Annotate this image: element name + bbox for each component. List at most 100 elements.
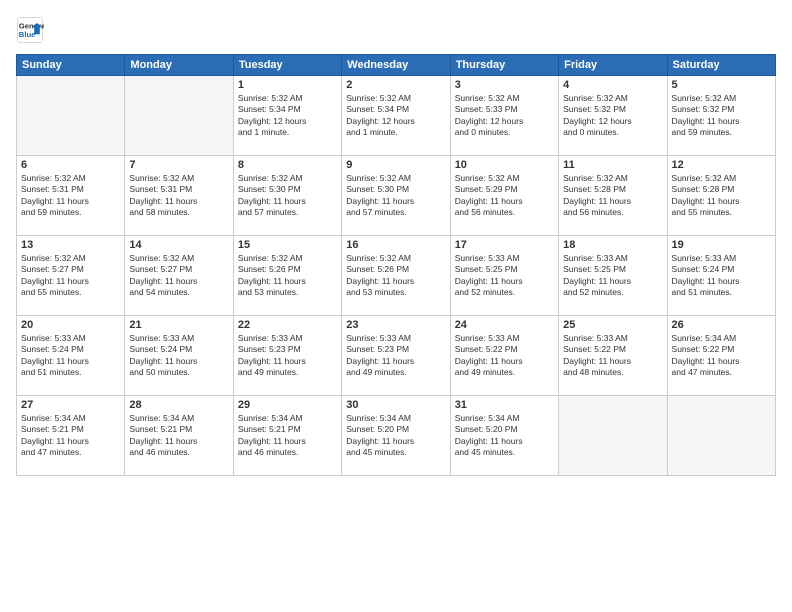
day-number: 5 (672, 79, 771, 91)
day-info: Sunrise: 5:32 AMSunset: 5:26 PMDaylight:… (238, 253, 337, 299)
svg-text:Blue: Blue (19, 30, 36, 39)
calendar-cell: 17 Sunrise: 5:33 AMSunset: 5:25 PMDayligh… (450, 236, 558, 316)
day-info: Sunrise: 5:32 AMSunset: 5:32 PMDaylight:… (563, 93, 662, 139)
day-info: Sunrise: 5:32 AMSunset: 5:31 PMDaylight:… (21, 173, 120, 219)
calendar-cell: 31 Sunrise: 5:34 AMSunset: 5:20 PMDayligh… (450, 396, 558, 476)
day-number: 26 (672, 319, 771, 331)
day-number: 9 (346, 159, 445, 171)
day-number: 24 (455, 319, 554, 331)
calendar-cell: 27Sunrise: 5:34 AMSunset: 5:21 PMDayligh… (17, 396, 125, 476)
day-info: Sunrise: 5:32 AMSunset: 5:28 PMDaylight:… (672, 173, 771, 219)
day-info: Sunrise: 5:34 AMSunset: 5:21 PMDaylight:… (21, 413, 120, 459)
day-number: 23 (346, 319, 445, 331)
day-number: 13 (21, 239, 120, 251)
calendar-cell: 14 Sunrise: 5:32 AMSunset: 5:27 PMDayligh… (125, 236, 233, 316)
weekday-header: Thursday (450, 55, 558, 76)
day-info: Sunrise: 5:33 AMSunset: 5:22 PMDaylight:… (455, 333, 554, 379)
calendar-cell: 25Sunrise: 5:33 AMSunset: 5:22 PMDayligh… (559, 316, 667, 396)
calendar-week-row: 13 Sunrise: 5:32 AMSunset: 5:27 PMDayligh… (17, 236, 776, 316)
logo-icon: General Blue (16, 16, 44, 44)
day-number: 3 (455, 79, 554, 91)
day-number: 17 (455, 239, 554, 251)
calendar-cell: 12 Sunrise: 5:32 AMSunset: 5:28 PMDayligh… (667, 156, 775, 236)
calendar-cell: 22Sunrise: 5:33 AMSunset: 5:23 PMDayligh… (233, 316, 341, 396)
day-info: Sunrise: 5:32 AMSunset: 5:32 PMDaylight:… (672, 93, 771, 139)
calendar-cell: 6 Sunrise: 5:32 AMSunset: 5:31 PMDaylight… (17, 156, 125, 236)
calendar-cell: 7Sunrise: 5:32 AMSunset: 5:31 PMDaylight… (125, 156, 233, 236)
calendar-cell: 18Sunrise: 5:33 AMSunset: 5:25 PMDayligh… (559, 236, 667, 316)
day-info: Sunrise: 5:34 AMSunset: 5:22 PMDaylight:… (672, 333, 771, 379)
calendar-cell (667, 396, 775, 476)
calendar-cell: 11 Sunrise: 5:32 AMSunset: 5:28 PMDayligh… (559, 156, 667, 236)
day-number: 10 (455, 159, 554, 171)
header: General Blue (16, 16, 776, 44)
calendar-cell: 15 Sunrise: 5:32 AMSunset: 5:26 PMDayligh… (233, 236, 341, 316)
day-info: Sunrise: 5:33 AMSunset: 5:23 PMDaylight:… (346, 333, 445, 379)
day-number: 4 (563, 79, 662, 91)
weekday-header: Monday (125, 55, 233, 76)
day-info: Sunrise: 5:32 AMSunset: 5:27 PMDaylight:… (129, 253, 228, 299)
calendar-cell (17, 76, 125, 156)
calendar-cell: 20 Sunrise: 5:33 AMSunset: 5:24 PMDayligh… (17, 316, 125, 396)
calendar-cell: 5 Sunrise: 5:32 AMSunset: 5:32 PMDaylight… (667, 76, 775, 156)
day-number: 2 (346, 79, 445, 91)
day-info: Sunrise: 5:34 AMSunset: 5:21 PMDaylight:… (238, 413, 337, 459)
day-number: 18 (563, 239, 662, 251)
day-number: 14 (129, 239, 228, 251)
day-number: 25 (563, 319, 662, 331)
day-info: Sunrise: 5:33 AMSunset: 5:24 PMDaylight:… (672, 253, 771, 299)
calendar-cell: 13 Sunrise: 5:32 AMSunset: 5:27 PMDayligh… (17, 236, 125, 316)
day-info: Sunrise: 5:32 AMSunset: 5:31 PMDaylight:… (129, 173, 228, 219)
day-number: 22 (238, 319, 337, 331)
day-info: Sunrise: 5:32 AMSunset: 5:33 PMDaylight:… (455, 93, 554, 139)
day-number: 20 (21, 319, 120, 331)
day-number: 11 (563, 159, 662, 171)
day-info: Sunrise: 5:34 AMSunset: 5:21 PMDaylight:… (129, 413, 228, 459)
calendar-cell: 21Sunrise: 5:33 AMSunset: 5:24 PMDayligh… (125, 316, 233, 396)
day-info: Sunrise: 5:32 AMSunset: 5:30 PMDaylight:… (238, 173, 337, 219)
day-info: Sunrise: 5:33 AMSunset: 5:25 PMDaylight:… (455, 253, 554, 299)
calendar-cell: 1 Sunrise: 5:32 AMSunset: 5:34 PMDaylight… (233, 76, 341, 156)
day-info: Sunrise: 5:32 AMSunset: 5:28 PMDaylight:… (563, 173, 662, 219)
calendar-cell: 26 Sunrise: 5:34 AMSunset: 5:22 PMDayligh… (667, 316, 775, 396)
calendar-table: SundayMondayTuesdayWednesdayThursdayFrid… (16, 54, 776, 476)
page: General Blue SundayMondayTuesdayWednesda… (0, 0, 792, 612)
day-number: 31 (455, 399, 554, 411)
calendar-cell: 23 Sunrise: 5:33 AMSunset: 5:23 PMDayligh… (342, 316, 450, 396)
weekday-header: Tuesday (233, 55, 341, 76)
day-number: 15 (238, 239, 337, 251)
day-info: Sunrise: 5:32 AMSunset: 5:27 PMDaylight:… (21, 253, 120, 299)
day-number: 12 (672, 159, 771, 171)
calendar-cell: 19Sunrise: 5:33 AMSunset: 5:24 PMDayligh… (667, 236, 775, 316)
calendar-cell (125, 76, 233, 156)
day-info: Sunrise: 5:32 AMSunset: 5:26 PMDaylight:… (346, 253, 445, 299)
calendar-week-row: 6 Sunrise: 5:32 AMSunset: 5:31 PMDaylight… (17, 156, 776, 236)
day-info: Sunrise: 5:33 AMSunset: 5:24 PMDaylight:… (21, 333, 120, 379)
calendar-cell: 16 Sunrise: 5:32 AMSunset: 5:26 PMDayligh… (342, 236, 450, 316)
day-number: 30 (346, 399, 445, 411)
calendar-week-row: 27Sunrise: 5:34 AMSunset: 5:21 PMDayligh… (17, 396, 776, 476)
logo: General Blue (16, 16, 46, 44)
calendar-week-row: 1 Sunrise: 5:32 AMSunset: 5:34 PMDaylight… (17, 76, 776, 156)
day-info: Sunrise: 5:34 AMSunset: 5:20 PMDaylight:… (346, 413, 445, 459)
calendar-cell: 8 Sunrise: 5:32 AMSunset: 5:30 PMDaylight… (233, 156, 341, 236)
calendar-cell: 10 Sunrise: 5:32 AMSunset: 5:29 PMDayligh… (450, 156, 558, 236)
day-info: Sunrise: 5:32 AMSunset: 5:30 PMDaylight:… (346, 173, 445, 219)
day-info: Sunrise: 5:32 AMSunset: 5:34 PMDaylight:… (238, 93, 337, 139)
day-info: Sunrise: 5:33 AMSunset: 5:24 PMDaylight:… (129, 333, 228, 379)
day-number: 16 (346, 239, 445, 251)
day-info: Sunrise: 5:32 AMSunset: 5:29 PMDaylight:… (455, 173, 554, 219)
weekday-header: Sunday (17, 55, 125, 76)
calendar-week-row: 20 Sunrise: 5:33 AMSunset: 5:24 PMDayligh… (17, 316, 776, 396)
day-number: 1 (238, 79, 337, 91)
day-number: 8 (238, 159, 337, 171)
weekday-header: Saturday (667, 55, 775, 76)
day-number: 28 (129, 399, 228, 411)
calendar-cell: 2Sunrise: 5:32 AMSunset: 5:34 PMDaylight… (342, 76, 450, 156)
calendar-header-row: SundayMondayTuesdayWednesdayThursdayFrid… (17, 55, 776, 76)
calendar-cell: 24 Sunrise: 5:33 AMSunset: 5:22 PMDayligh… (450, 316, 558, 396)
day-info: Sunrise: 5:34 AMSunset: 5:20 PMDaylight:… (455, 413, 554, 459)
calendar-cell: 28 Sunrise: 5:34 AMSunset: 5:21 PMDayligh… (125, 396, 233, 476)
day-number: 6 (21, 159, 120, 171)
calendar-cell: 9 Sunrise: 5:32 AMSunset: 5:30 PMDaylight… (342, 156, 450, 236)
